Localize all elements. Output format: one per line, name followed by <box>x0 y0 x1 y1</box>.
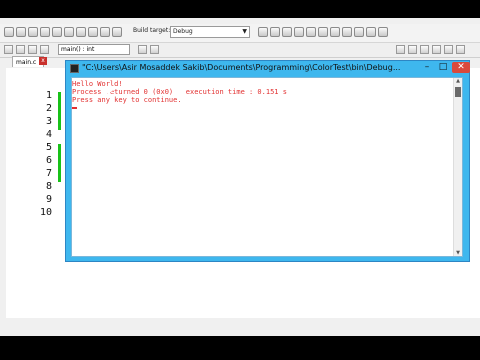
paste-icon[interactable] <box>76 27 86 37</box>
find-icon[interactable] <box>28 27 38 37</box>
next-bookmark-icon[interactable] <box>420 45 429 54</box>
clear-bookmarks-icon[interactable] <box>444 45 453 54</box>
debug-run-icon[interactable] <box>258 27 268 37</box>
toolbar-icon-2[interactable] <box>16 45 25 54</box>
scrollbar-thumb[interactable] <box>455 87 461 97</box>
build-target-select[interactable]: Debug ▼ <box>170 26 250 38</box>
line-number: 4 <box>45 129 52 140</box>
run-icon[interactable] <box>100 27 110 37</box>
tab-label: main.c <box>16 59 37 66</box>
next-line-icon[interactable] <box>282 27 292 37</box>
console-line: Press any key to continue. <box>72 96 182 104</box>
debug-windows-icon[interactable] <box>378 27 388 37</box>
console-scrollbar[interactable]: ▲ ▼ <box>453 78 462 256</box>
scroll-down-icon[interactable]: ▼ <box>454 250 462 256</box>
open-file-icon[interactable] <box>16 27 26 37</box>
line-number: 1 <box>45 90 52 101</box>
maximize-icon[interactable]: □ <box>436 62 450 73</box>
copy-icon[interactable] <box>64 27 74 37</box>
line-number: 10 <box>39 207 52 218</box>
console-output[interactable]: Hello World! Process returned 0 (0x0) ex… <box>71 77 463 257</box>
editor-tabs: main.c x <box>6 56 66 68</box>
console-app-icon <box>70 64 79 73</box>
code-completion-toolbar: main() : int <box>0 43 480 58</box>
toggle-bookmark-icon[interactable] <box>408 45 417 54</box>
new-file-icon[interactable] <box>4 27 14 37</box>
step-into-icon[interactable] <box>294 27 304 37</box>
build-run-icon[interactable] <box>112 27 122 37</box>
scroll-up-icon[interactable]: ▲ <box>454 78 462 84</box>
change-marker <box>58 144 61 182</box>
step-out-icon[interactable] <box>306 27 316 37</box>
main-toolbar: Build target: Debug ▼ <box>0 24 480 43</box>
toolbar-icon-4[interactable] <box>40 45 49 54</box>
jump-forward-icon[interactable] <box>150 45 159 54</box>
minimize-icon[interactable]: – <box>420 62 434 73</box>
function-scope-select[interactable]: main() : int <box>58 44 130 55</box>
close-icon[interactable]: x <box>39 57 47 65</box>
next-instruction-icon[interactable] <box>318 27 328 37</box>
console-title-bar[interactable]: "C:\Users\Asir Mosaddek Sakib\Documents\… <box>66 61 470 76</box>
stop-debug-icon[interactable] <box>366 27 376 37</box>
line-number-gutter: 1 2 3 4 5 6 7 8 9 10 <box>6 68 62 318</box>
step-instruction-icon[interactable] <box>330 27 340 37</box>
line-number: 5 <box>45 142 52 153</box>
line-number: 8 <box>45 181 52 192</box>
build-target-value: Debug <box>173 28 193 35</box>
close-window-icon[interactable]: ✕ <box>452 62 470 73</box>
prev-bookmark-icon[interactable] <box>432 45 441 54</box>
replace-icon[interactable] <box>40 27 50 37</box>
line-number: 6 <box>45 155 52 166</box>
bookmark-icon[interactable] <box>396 45 405 54</box>
function-scope-value: main() : int <box>61 46 95 53</box>
match-icon[interactable] <box>456 45 465 54</box>
console-window[interactable]: "C:\Users\Asir Mosaddek Sakib\Documents\… <box>65 60 470 262</box>
build-icon[interactable] <box>88 27 98 37</box>
console-line: Hello World! <box>72 80 123 88</box>
toolbar-icon-1[interactable] <box>4 45 13 54</box>
jump-back-icon[interactable] <box>138 45 147 54</box>
cut-icon[interactable] <box>52 27 62 37</box>
run-to-cursor-icon[interactable] <box>270 27 280 37</box>
chevron-down-icon: ▼ <box>242 28 247 35</box>
break-icon[interactable] <box>342 27 352 37</box>
build-target-label: Build target: <box>133 27 171 34</box>
toolbar-icon-3[interactable] <box>28 45 37 54</box>
change-marker <box>58 92 61 130</box>
line-number: 2 <box>45 103 52 114</box>
console-title: "C:\Users\Asir Mosaddek Sakib\Documents\… <box>82 63 401 72</box>
line-number: 7 <box>45 168 52 179</box>
text-cursor <box>72 107 77 109</box>
line-number: 9 <box>45 194 52 205</box>
pause-icon[interactable] <box>354 27 364 37</box>
line-number: 3 <box>45 116 52 127</box>
